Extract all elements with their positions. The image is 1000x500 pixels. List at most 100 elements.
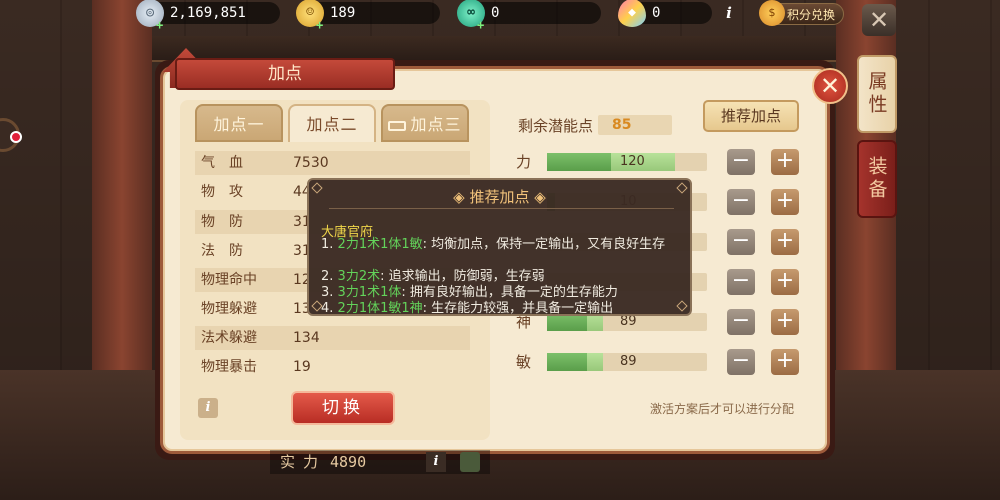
silver-value: 2,169,851 (170, 5, 246, 21)
tab-plan-1-label: 加点一 (213, 115, 265, 134)
tab-attributes[interactable]: 属性 (857, 55, 897, 133)
silver-currency: ◎ + 2,169,851 (136, 0, 280, 32)
info-icon[interactable]: i (426, 452, 446, 472)
gem-icon: ◆ (618, 0, 646, 27)
plus-button[interactable]: + (771, 269, 799, 295)
line-num: 4. (321, 301, 334, 316)
attribute-label: 敏 (516, 353, 532, 371)
minus-button[interactable]: − (727, 349, 755, 375)
plus-icon[interactable]: + (156, 14, 163, 36)
line-text: : 均衡加点，保持一定输出，又有良好生存 (422, 237, 666, 252)
tooltip-divider (329, 208, 674, 209)
minus-button[interactable]: − (727, 269, 755, 295)
tab-plan-3-label: 加点三 (410, 115, 462, 134)
stat-label: 法术躲避 (201, 330, 257, 346)
line-highlight: 2力1术1体1敏 (337, 237, 423, 252)
tab-equipment-label: 装备 (865, 156, 888, 202)
background-pillar-left (92, 0, 152, 380)
gem-currency: ◆ 0 (618, 0, 712, 27)
info-button[interactable]: i (198, 398, 218, 418)
tooltip-line: 1. 2力1术1体1敏: 均衡加点，保持一定输出，又有良好生存 (321, 237, 683, 253)
stat-label: 物 防 (201, 214, 243, 230)
attribute-bar-bonus (587, 353, 603, 371)
attribute-value: 120 (620, 154, 645, 169)
attribute-bar-fill (547, 353, 587, 371)
strength-bar: 实力 4890 i (270, 450, 490, 474)
stat-row: 气 血 7530 (195, 151, 470, 175)
line-highlight: 3力1术1体 (337, 285, 402, 300)
stat-row: 法术躲避 134 (195, 326, 470, 350)
tooltip-title: ◈ 推荐加点 ◈ (453, 188, 546, 206)
minus-button[interactable]: − (727, 189, 755, 215)
locked-tab-icon (388, 120, 407, 131)
panel-title-text: 加点 (268, 64, 302, 84)
stat-label: 物理暴击 (201, 359, 257, 375)
plus-button[interactable]: + (771, 229, 799, 255)
line-text: : 拥有良好输出，具备一定的生存能力 (401, 285, 618, 300)
stat-label: 法 防 (201, 243, 243, 259)
stat-label: 物理命中 (201, 272, 257, 288)
attribute-label: 力 (516, 153, 532, 171)
recommend-points-button[interactable]: 推荐加点 (703, 100, 799, 132)
tooltip-line: 3. 3力1术1体: 拥有良好输出，具备一定的生存能力 (321, 285, 683, 301)
remaining-points-box (598, 115, 672, 135)
plus-button[interactable]: + (771, 149, 799, 175)
remaining-points-value: 85 (612, 117, 632, 133)
jade-currency: ∞ + 0 (457, 0, 601, 32)
gold-value: 189 (330, 5, 356, 21)
points-exchange-label: 积分兑换 (787, 8, 836, 22)
close-panel-button[interactable]: ✕ (812, 68, 848, 104)
recommend-points-label: 推荐加点 (720, 107, 781, 125)
tab-plan-2-label: 加点二 (306, 115, 358, 134)
activate-note: 激活方案后才可以进行分配 (650, 402, 795, 416)
line-highlight: 2力1体1敏1神 (337, 301, 423, 316)
stat-label: 物理躲避 (201, 301, 257, 317)
minus-button[interactable]: − (727, 149, 755, 175)
line-num: 2. (321, 269, 334, 284)
tab-plan-3[interactable]: 加点三 (381, 104, 469, 142)
close-window-button[interactable]: ✕ (862, 4, 896, 36)
tooltip-title-text: 推荐加点 (469, 188, 530, 206)
notification-dot (10, 131, 22, 143)
info-icon[interactable]: i (718, 2, 740, 24)
gem-value: 0 (652, 5, 661, 21)
plus-button[interactable]: + (771, 309, 799, 335)
jade-value: 0 (491, 5, 500, 21)
switch-button-label: 切换 (322, 398, 364, 418)
attribute-value: 89 (620, 354, 637, 369)
remaining-points-label: 剩余潜能点 (518, 117, 594, 135)
coin-bag-icon: $ (759, 0, 785, 26)
stat-value: 7530 (293, 155, 329, 171)
tab-equipment[interactable]: 装备 (857, 140, 897, 218)
rank-icon[interactable] (460, 452, 480, 472)
line-text: : 生存能力较强，并具备一定输出 (422, 301, 614, 316)
plus-icon[interactable]: + (316, 14, 323, 36)
stat-value: 19 (293, 359, 311, 375)
stat-label: 气 血 (201, 155, 243, 171)
attribute-bar: 89 (547, 353, 707, 371)
tab-attributes-label: 属性 (865, 71, 888, 117)
points-exchange-button[interactable]: $ 积分兑换 (759, 0, 845, 26)
strength-label: 实力 (280, 453, 327, 471)
plus-button[interactable]: + (771, 349, 799, 375)
minus-button[interactable]: − (727, 229, 755, 255)
stat-value: 134 (293, 330, 320, 346)
plus-icon[interactable]: + (477, 14, 484, 36)
tooltip-line: 4. 2力1体1敏1神: 生存能力较强，并具备一定输出 (321, 301, 683, 317)
stat-row: 物理暴击 19 (195, 355, 470, 379)
tooltip-line: 2. 3力2术: 追求输出，防御弱，生存弱 (321, 269, 683, 285)
tab-plan-1[interactable]: 加点一 (195, 104, 283, 142)
line-highlight: 3力2术 (337, 269, 381, 284)
strength-value: 4890 (330, 453, 367, 471)
attribute-bar: 120 (547, 153, 707, 171)
switch-button[interactable]: 切换 (291, 391, 395, 425)
recommend-tooltip: ◈ 推荐加点 ◈ 大唐官府 1. 2力1术1体1敏: 均衡加点，保持一定输出，又… (307, 178, 692, 316)
minus-button[interactable]: − (727, 309, 755, 335)
line-text: : 追求输出，防御弱，生存弱 (380, 269, 545, 284)
plus-button[interactable]: + (771, 189, 799, 215)
line-num: 1. (321, 237, 334, 252)
tab-plan-2[interactable]: 加点二 (288, 104, 376, 142)
line-num: 3. (321, 285, 334, 300)
panel-title: 加点 (175, 58, 395, 90)
stat-label: 物 攻 (201, 184, 243, 200)
